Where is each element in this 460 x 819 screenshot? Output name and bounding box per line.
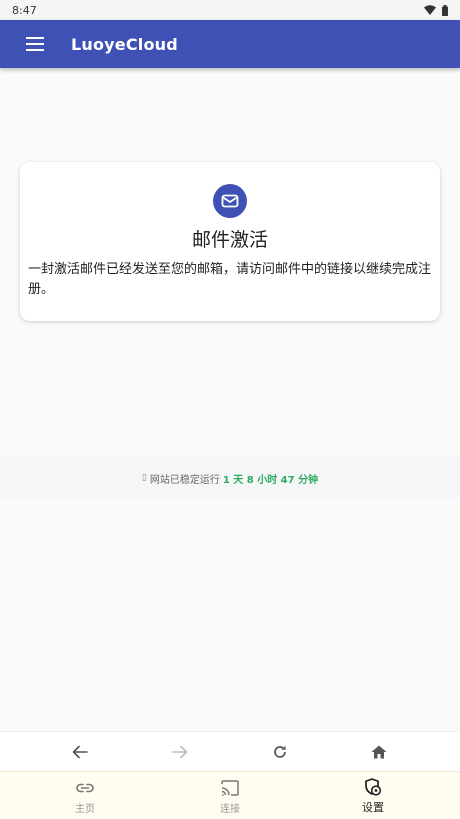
battery-icon bbox=[442, 4, 448, 16]
settings-shield-icon bbox=[363, 777, 383, 797]
tab-label-connect: 连接 bbox=[220, 803, 240, 815]
status-time: 8:47 bbox=[12, 3, 37, 17]
tab-home[interactable]: 主页 bbox=[40, 772, 130, 819]
home-icon[interactable] bbox=[369, 742, 389, 762]
status-bar: 8:47 bbox=[0, 0, 460, 20]
tab-connect[interactable]: 连接 bbox=[185, 772, 275, 819]
card-message: 一封激活邮件已经发送至您的邮箱，请访问邮件中的链接以继续完成注册。 bbox=[28, 262, 432, 297]
status-icons bbox=[424, 4, 448, 16]
card-title: 邮件激活 bbox=[191, 229, 268, 251]
reload-icon[interactable] bbox=[270, 742, 290, 762]
bottom-tab-bar: 主页 连接 设置 bbox=[0, 771, 460, 819]
cast-icon bbox=[220, 778, 240, 798]
app-title: LuoyeCloud bbox=[71, 34, 178, 54]
back-icon[interactable] bbox=[70, 742, 90, 762]
tab-settings[interactable]: 设置 bbox=[328, 772, 418, 819]
uptime-value: 1 天 8 小时 47 分钟 bbox=[222, 474, 319, 486]
app-bar: LuoyeCloud bbox=[0, 20, 460, 68]
email-activation-card: 邮件激活 一封激活邮件已经发送至您的邮箱，请访问邮件中的链接以继续完成注册。 bbox=[20, 162, 440, 321]
forward-icon[interactable] bbox=[170, 742, 190, 762]
link-icon bbox=[75, 778, 95, 798]
mail-icon bbox=[213, 184, 247, 218]
clock-icon: ▯ bbox=[141, 473, 147, 483]
menu-icon[interactable] bbox=[25, 34, 45, 54]
tab-label-home: 主页 bbox=[75, 803, 95, 815]
wifi-icon bbox=[424, 5, 436, 15]
uptime-prefix: 网站已稳定运行 bbox=[149, 474, 220, 486]
tab-label-settings: 设置 bbox=[362, 801, 384, 814]
uptime-strip: ▯ 网站已稳定运行 1 天 8 小时 47 分钟 bbox=[0, 457, 460, 499]
browser-nav bbox=[0, 731, 460, 771]
app-screen: 8:47 LuoyeCloud 邮件激活 一封激活邮件已经发送至您的邮箱，请访问… bbox=[0, 0, 460, 819]
